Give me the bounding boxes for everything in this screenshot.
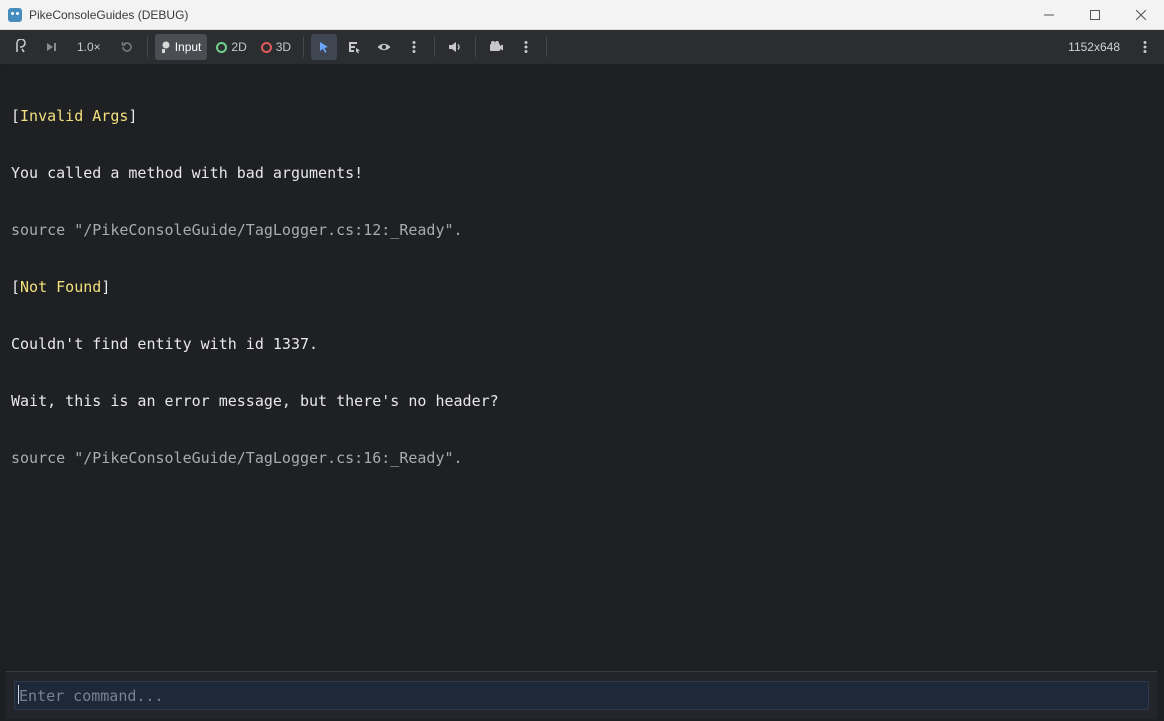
pause-game-icon[interactable] — [8, 34, 34, 60]
next-frame-icon[interactable] — [38, 34, 64, 60]
log-tag: Invalid Args — [20, 107, 129, 125]
time-scale-button[interactable]: 1.0× — [68, 34, 110, 60]
mode-3d-label: 3D — [275, 40, 292, 54]
toolbar-separator — [475, 37, 477, 57]
title-bar: PikeConsoleGuides (DEBUG) — [0, 0, 1164, 30]
kebab-menu-icon[interactable] — [401, 34, 427, 60]
godot-app-icon — [8, 7, 22, 22]
log-header-line: [Invalid Args] — [11, 107, 1157, 126]
log-message: Wait, this is an error message, but ther… — [11, 392, 499, 410]
log-source: source "/PikeConsoleGuide/TagLogger.cs:1… — [11, 221, 463, 239]
resolution-label: 1152x648 — [1068, 40, 1120, 54]
toolbar-separator — [146, 37, 148, 57]
kebab-menu-icon[interactable] — [1132, 34, 1158, 60]
debug-toolbar: 1.0× Input 2D 3D 1152x648 — [0, 30, 1164, 64]
select-tool-icon[interactable] — [311, 34, 338, 60]
toolbar-separator — [303, 37, 305, 57]
close-icon[interactable] — [1118, 0, 1164, 30]
camera-icon[interactable] — [483, 34, 509, 60]
log-lines: [Invalid Args] You called a method with … — [6, 68, 1157, 506]
command-bar — [6, 672, 1157, 719]
visibility-eye-icon[interactable] — [371, 34, 397, 60]
bracket-open: [ — [11, 107, 21, 125]
log-message: Couldn't find entity with id 1337. — [11, 335, 319, 353]
bracket-close: ] — [128, 107, 138, 125]
bracket-open: [ — [11, 278, 21, 296]
window-title: PikeConsoleGuides (DEBUG) — [29, 7, 189, 22]
game-window: PikeConsoleGuides (DEBUG) 1.0× Input 2D — [0, 0, 1164, 721]
log-source: source "/PikeConsoleGuide/TagLogger.cs:1… — [11, 449, 463, 467]
input-toggle-label: Input — [174, 40, 202, 54]
mode-3d-button[interactable]: 3D — [256, 34, 296, 60]
console-output[interactable]: [Invalid Args] You called a method with … — [6, 68, 1157, 671]
text-caret — [18, 685, 19, 704]
kebab-menu-icon[interactable] — [513, 34, 539, 60]
toolbar-separator — [546, 37, 548, 57]
node-2d-icon — [216, 41, 228, 53]
joystick-icon — [161, 41, 170, 53]
toolbar-separator — [434, 37, 436, 57]
log-tag: Not Found — [20, 278, 102, 296]
maximize-icon[interactable] — [1072, 0, 1118, 30]
mode-2d-button[interactable]: 2D — [211, 34, 251, 60]
list-select-icon[interactable] — [341, 34, 367, 60]
minimize-icon[interactable] — [1026, 0, 1072, 30]
audio-speaker-icon[interactable] — [442, 34, 468, 60]
reset-speed-icon[interactable] — [114, 34, 140, 60]
log-message: You called a method with bad arguments! — [11, 164, 364, 182]
bracket-close: ] — [101, 278, 111, 296]
command-input[interactable] — [14, 681, 1149, 710]
mode-2d-label: 2D — [231, 40, 247, 54]
node-3d-icon — [260, 41, 272, 53]
log-header-line: [Not Found] — [11, 278, 1157, 297]
input-toggle-button[interactable]: Input — [154, 34, 208, 60]
